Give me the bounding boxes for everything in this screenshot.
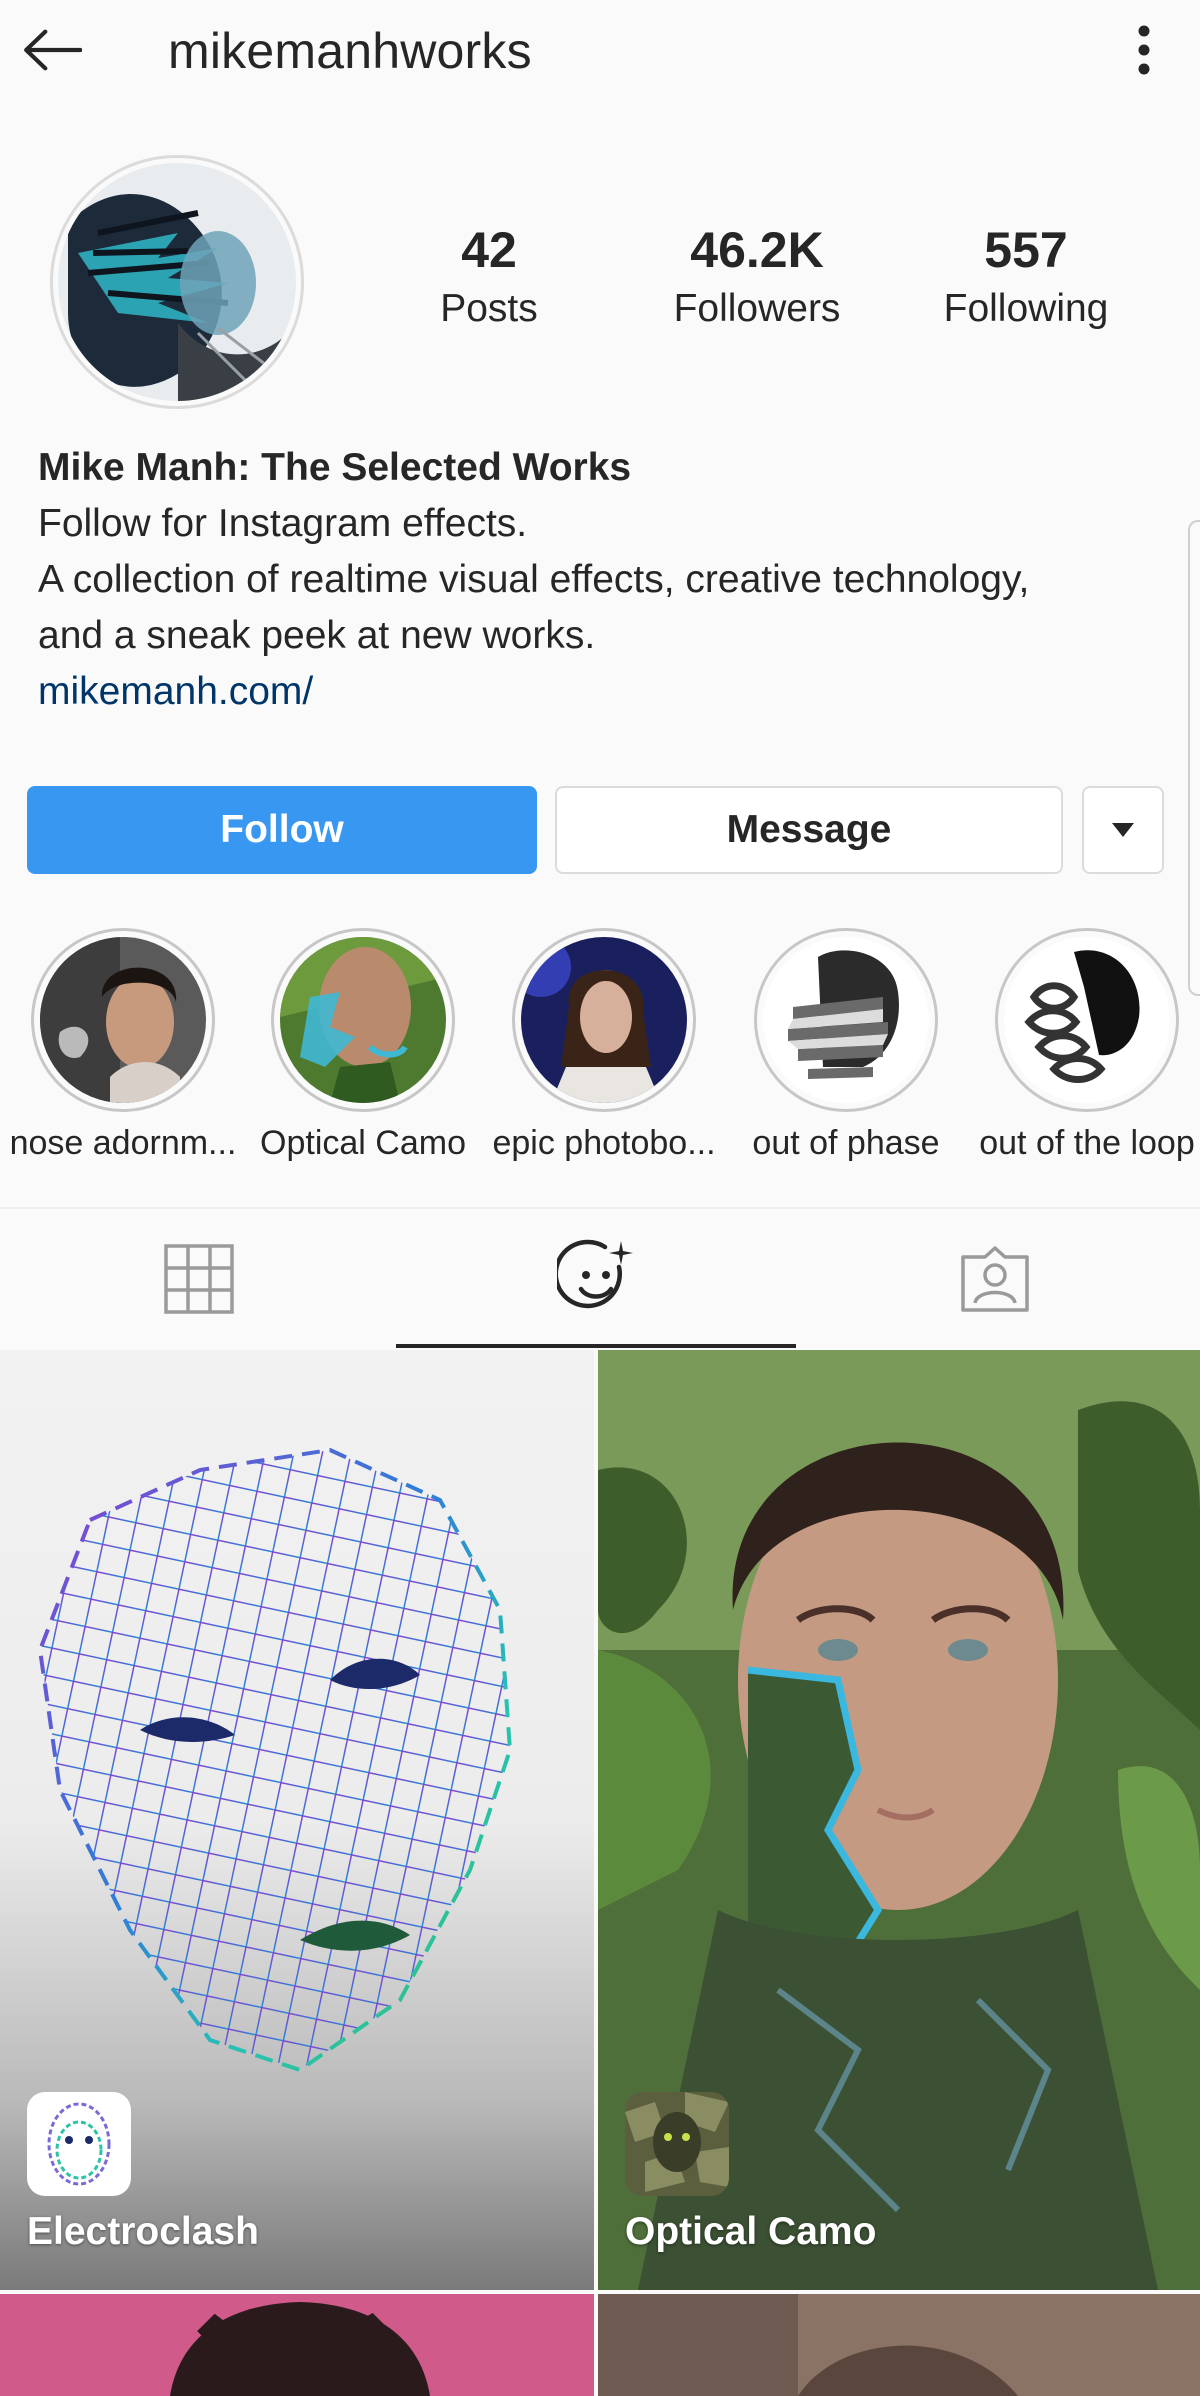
effect-tile[interactable] [598, 2294, 1200, 2396]
tab-tagged[interactable] [796, 1210, 1194, 1348]
following-label: Following [943, 286, 1109, 330]
effect-thumbnail [625, 2092, 729, 2196]
avatar-image [58, 163, 296, 401]
highlight-cover [31, 928, 215, 1112]
tagged-person-icon [961, 1246, 1029, 1312]
effect-preview-image [598, 2294, 1200, 2396]
highlight-label: nose adornm... [9, 1124, 237, 1162]
followers-label: Followers [673, 286, 841, 330]
highlight-label: epic photobo... [492, 1124, 716, 1162]
effect-tile[interactable]: Optical Camo [598, 1350, 1200, 2290]
effect-preview-image [0, 2294, 594, 2396]
caret-down-icon [1112, 823, 1134, 837]
website-link[interactable]: mikemanh.com/ [38, 664, 1158, 720]
vertical-dots-icon [1138, 25, 1150, 75]
tab-effects[interactable] [398, 1210, 796, 1348]
more-options-button[interactable] [1120, 20, 1168, 80]
active-tab-indicator [396, 1344, 796, 1348]
highlight-cover [271, 928, 455, 1112]
back-button[interactable] [22, 20, 82, 80]
tab-posts-grid[interactable] [0, 1210, 398, 1348]
effect-title: Optical Camo [625, 2210, 877, 2253]
posts-count[interactable]: 42 Posts [369, 224, 609, 331]
grid-icon [164, 1244, 234, 1314]
bio-line-1: Follow for Instagram effects. [38, 502, 528, 545]
bio-line-2: A collection of realtime visual effects,… [38, 558, 1030, 601]
following-count[interactable]: 557 Following [906, 224, 1146, 331]
tabs-divider [0, 1207, 1200, 1209]
top-app-bar: mikemanhworks [0, 0, 1200, 104]
posts-label: Posts [440, 286, 538, 330]
bio-line-3: and a sneak peek at new works. [38, 614, 596, 657]
profile-avatar[interactable] [50, 155, 304, 409]
highlight-cover [754, 928, 938, 1112]
effect-tile[interactable] [0, 2294, 594, 2396]
highlight-label: Optical Camo [260, 1124, 466, 1162]
highlight-label: out of phase [752, 1124, 940, 1162]
profile-full-name: Mike Manh: The Selected Works [38, 446, 632, 489]
following-value: 557 [984, 222, 1068, 278]
highlight-cover [512, 928, 696, 1112]
followers-value: 46.2K [690, 222, 824, 278]
face-effects-icon [557, 1239, 633, 1309]
highlight-cover [995, 928, 1179, 1112]
effect-tile[interactable]: Electroclash [0, 1350, 594, 2290]
scroll-indicator [1188, 520, 1200, 996]
follow-button[interactable]: Follow [27, 786, 537, 874]
profile-username: mikemanhworks [168, 23, 532, 79]
followers-count[interactable]: 46.2K Followers [637, 224, 877, 331]
highlight-label: out of the loop [979, 1124, 1195, 1162]
effect-title: Electroclash [27, 2210, 259, 2253]
posts-value: 42 [461, 222, 517, 278]
suggested-accounts-dropdown-button[interactable] [1082, 786, 1164, 874]
effect-thumbnail [27, 2092, 131, 2196]
message-button[interactable]: Message [555, 786, 1063, 874]
profile-bio: Mike Manh: The Selected Works Follow for… [38, 440, 1158, 720]
arrow-left-icon [24, 29, 82, 71]
